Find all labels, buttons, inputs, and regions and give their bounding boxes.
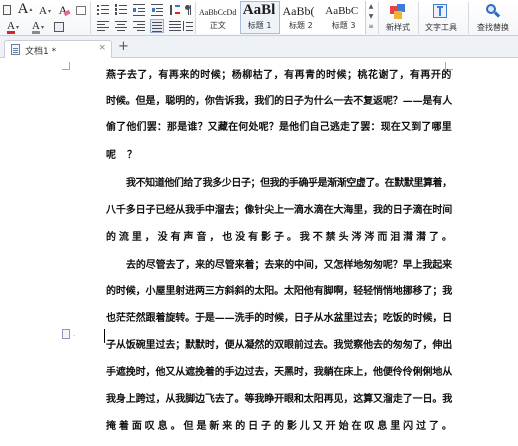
increase-indent-icon[interactable] (150, 3, 164, 17)
line-text: 掩 着 面 叹 息 。 但 是 新 来 的 日 子 的 影 儿 又 开 始 在 … (106, 421, 452, 432)
increase-font-size-button[interactable]: A ▴ (14, 1, 36, 17)
line-text: 手遮挽时，他又从遮挽着的手边过去，天黑时，我躺在床上，他便伶伶俐俐地从 (106, 367, 453, 378)
close-icon[interactable]: × (98, 43, 106, 53)
numbering-icon[interactable] (114, 3, 128, 17)
text-tools-icon (433, 4, 449, 19)
chevron-up-icon[interactable]: ▲ (367, 2, 375, 12)
document-line[interactable]: 时候。但是，聪明的，你告诉我，我们的日子为什么一去不复返呢？——是有人 (0, 90, 518, 112)
line-spacing-icon[interactable] (182, 19, 194, 33)
line-text: 我身上跨过，从我脚边飞去了。等我睁开眼和太阳再见，这算又溜走了一日。我 (106, 394, 453, 405)
style-pane-button[interactable] (1, 2, 13, 18)
line-text: 的 流 里 ， 没 有 声 音 ， 也 没 有 影 子 。 我 不 禁 头 涔 … (106, 232, 452, 243)
document-tab-bar: 文档1 * × + (0, 36, 518, 58)
line-text: 我不知道他们给了我多少日子；但我的手确乎是渐渐空虚了。在默默里算着， (126, 178, 452, 189)
show-marks-icon[interactable] (183, 3, 193, 17)
line-text: 八千多日子已经从我手中溜去；像针尖上一滴水滴在大海里，我的日子滴在时间 (106, 205, 453, 216)
line-text: 燕子去了，有再来的时候；杨柳枯了，有再青的时候；桃花谢了，有再开的 (106, 70, 452, 81)
align-left-icon[interactable] (96, 19, 110, 33)
align-center-icon[interactable] (114, 19, 128, 33)
style-heading-2[interactable]: AaBb( 标题 2 (280, 1, 323, 34)
char-shading-button[interactable]: A ▾ (26, 19, 50, 35)
find-icon (485, 4, 501, 19)
sort-icon[interactable] (168, 3, 182, 17)
line-text: 呢 ？ (106, 150, 141, 161)
distributed-align-icon[interactable] (168, 19, 182, 33)
text-tools-button[interactable]: 文字工具 (419, 2, 463, 34)
document-tab[interactable]: 文档1 * × (4, 40, 112, 58)
decrease-font-size-button[interactable]: A ▾ (36, 3, 54, 19)
decrease-indent-icon[interactable] (132, 3, 146, 17)
document-line[interactable]: 的 流 里 ， 没 有 声 音 ， 也 没 有 影 子 。 我 不 禁 头 涔 … (0, 226, 518, 248)
document-icon (11, 44, 20, 55)
line-text: 偷了他们罢：那是谁？又藏在何处呢？是他们自己逃走了罢：现在又到了哪里 (106, 122, 452, 133)
line-text: 时候。但是，聪明的，你告诉我，我们的日子为什么一去不复返呢？——是有人 (106, 96, 453, 107)
document-line[interactable]: 呢 ？ (0, 144, 518, 166)
document-line[interactable]: 八千多日子已经从我手中溜去；像针尖上一滴水滴在大海里，我的日子滴在时间 (0, 199, 518, 221)
document-line[interactable]: 子从饭碗里过去；默默时，便从凝然的双眼前过去。我觉察他去的匆匆了，伸出 (0, 334, 518, 356)
line-text: 去的尽管去了，来的尽管来着；去来的中间，又怎样地匆匆呢？早上我起来 (126, 260, 453, 271)
ribbon-toolbar: A ▴ A ▾ A A ▾ A ▾ AaBbCcDd 正文 AaBl 标题 1 … (0, 0, 518, 36)
chevron-down-icon[interactable]: ▼ (367, 12, 375, 22)
document-line[interactable]: 的时候，小屋里射进两三方斜斜的太阳。太阳他有脚啊，轻轻悄悄地挪移了；我 (0, 280, 518, 302)
align-right-icon[interactable] (132, 19, 146, 33)
document-line[interactable]: 掩 着 面 叹 息 。 但 是 新 来 的 日 子 的 影 儿 又 开 始 在 … (0, 415, 518, 437)
font-color-button[interactable]: A ▾ (1, 19, 25, 35)
line-text: 的时候，小屋里射进两三方斜斜的太阳。太阳他有脚啊，轻轻悄悄地挪移了；我 (106, 286, 453, 297)
line-text: 子从饭碗里过去；默默时，便从凝然的双眼前过去。我觉察他去的匆匆了，伸出 (106, 340, 453, 351)
gallery-scroll[interactable]: ▲ ▼ ≡ (367, 2, 375, 33)
style-gallery: AaBbCcDd 正文 AaBl 标题 1 AaBb( 标题 2 AaBbC 标… (196, 1, 366, 34)
document-line[interactable]: 我不知道他们给了我多少日子；但我的手确乎是渐渐空虚了。在默默里算着， (0, 172, 518, 194)
style-normal[interactable]: AaBbCcDd 正文 (196, 1, 240, 34)
document-line[interactable]: 手遮挽时，他又从遮挽着的手边过去，天黑时，我躺在床上，他便伶伶俐俐地从 (0, 361, 518, 383)
document-page[interactable]: · 燕子去了，有再来的时候；杨柳枯了，有再青的时候；桃花谢了，有再开的 时候。但是… (0, 58, 518, 446)
line-text: 也茫茫然跟着旋转。于是——洗手的时候，日子从水盆里过去；吃饭的时候，日 (106, 313, 453, 324)
clear-format-button[interactable]: A (55, 2, 71, 18)
style-heading-1[interactable]: AaBl 标题 1 (239, 1, 280, 34)
char-border-button[interactable] (52, 19, 66, 35)
document-line[interactable]: 我身上跨过，从我脚边飞去了。等我睁开眼和太阳再见，这算又溜走了一日。我 (0, 388, 518, 410)
document-tab-title: 文档1 * (25, 47, 57, 57)
document-line[interactable]: 偷了他们罢：那是谁？又藏在何处呢？是他们自己逃走了罢：现在又到了哪里 (0, 116, 518, 138)
find-replace-button[interactable]: 查找替换 (470, 2, 516, 34)
new-style-icon (390, 4, 406, 19)
document-line[interactable]: 也茫茫然跟着旋转。于是——洗手的时候，日子从水盆里过去；吃饭的时候，日 (0, 307, 518, 329)
bullets-icon[interactable] (96, 3, 110, 17)
new-tab-button[interactable]: + (118, 40, 129, 54)
new-style-button[interactable]: 新样式 (379, 2, 417, 34)
style-heading-3[interactable]: AaBbC 标题 3 (322, 1, 365, 34)
justify-icon[interactable] (150, 19, 164, 33)
phonetic-guide-button[interactable] (74, 2, 88, 18)
document-line[interactable]: 去的尽管去了，来的尽管来着；去来的中间，又怎样地匆匆呢？早上我起来 (0, 254, 518, 276)
document-line[interactable]: 在逃去如飞的日子里，在千门万户的世界里的我能做些什么呢？只有徘徊罢 (0, 442, 518, 446)
document-line[interactable]: 燕子去了，有再来的时候；杨柳枯了，有再青的时候；桃花谢了，有再开的 (0, 64, 518, 86)
more-styles-icon[interactable]: ≡ (367, 22, 375, 32)
